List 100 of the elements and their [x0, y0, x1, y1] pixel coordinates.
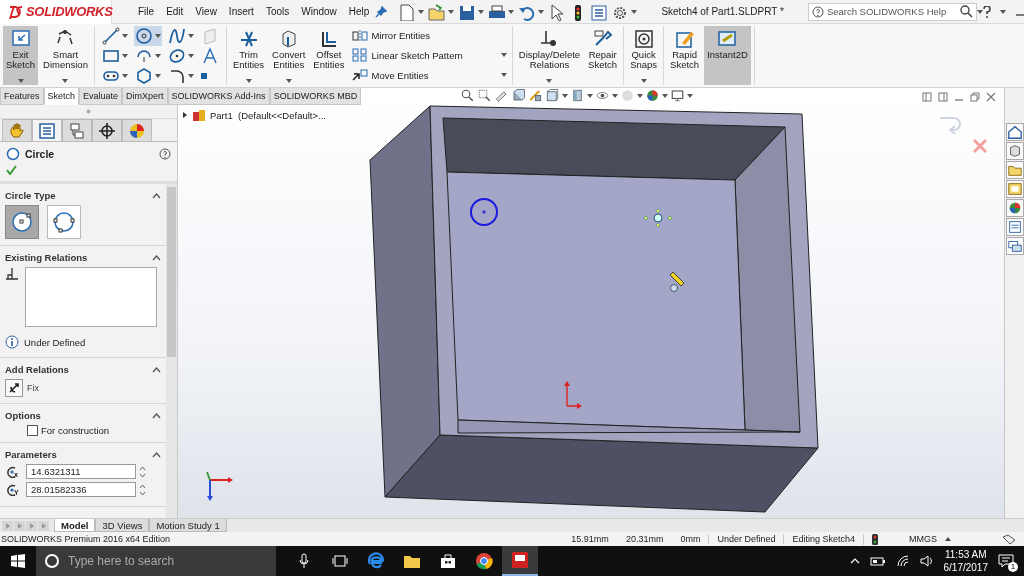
caret-icon[interactable] — [612, 93, 618, 98]
appearance-sphere-icon[interactable] — [645, 88, 660, 103]
caret-icon[interactable] — [500, 53, 507, 58]
caret-icon[interactable] — [538, 9, 545, 14]
appearances-tab[interactable] — [1005, 199, 1024, 217]
caret-icon[interactable] — [285, 79, 292, 83]
model-view-tab[interactable]: 3D Views — [95, 519, 150, 532]
ribbon-button[interactable]: Repair Sketch — [585, 26, 621, 85]
command-tab[interactable]: Features — [0, 88, 44, 105]
clock[interactable]: 11:53 AM 6/17/2017 — [943, 548, 988, 574]
menu-item[interactable]: Insert — [222, 4, 260, 19]
tile-left-icon[interactable] — [922, 92, 932, 102]
caret-icon[interactable] — [999, 9, 1006, 14]
tree-item[interactable]: Part1 (Default<<Default>... — [210, 109, 326, 121]
print-icon[interactable] — [487, 2, 506, 21]
command-tab[interactable]: SOLIDWORKS MBD — [269, 88, 362, 105]
caret-icon[interactable] — [637, 93, 643, 98]
ribbon-button[interactable]: Smart Dimension — [40, 26, 91, 85]
command-tab[interactable]: Sketch — [43, 88, 80, 105]
spin-arrows-icon[interactable] — [139, 482, 146, 497]
ribbon-button[interactable]: Rapid Sketch — [667, 26, 703, 85]
sketch-tool-button[interactable] — [133, 25, 162, 46]
battery-icon[interactable] — [869, 556, 886, 566]
ribbon-button[interactable]: Exit Sketch — [3, 26, 39, 85]
help-icon[interactable] — [159, 148, 171, 160]
menu-item[interactable]: File — [132, 4, 161, 19]
caret-icon[interactable] — [587, 93, 593, 98]
ribbon-button[interactable]: Trim Entities — [229, 26, 268, 85]
search-field[interactable]: Search SOLIDWORKS Help — [826, 6, 957, 17]
dynamic-annotation-icon[interactable] — [528, 88, 543, 103]
caret-icon[interactable] — [121, 33, 128, 38]
caret-icon[interactable] — [245, 79, 252, 83]
grip-handle-icon[interactable] — [86, 109, 91, 114]
caret-icon[interactable] — [154, 73, 161, 78]
expand-arrow-icon[interactable] — [182, 112, 188, 118]
chevron-up-icon[interactable] — [849, 558, 860, 564]
ribbon-list-item[interactable]: Linear Sketch Pattern — [351, 48, 507, 63]
taskbar-search-field[interactable]: Type here to search — [68, 554, 258, 568]
caret-icon[interactable] — [500, 73, 507, 78]
model-view-tab[interactable]: Motion Study 1 — [149, 519, 227, 532]
monitor-icon[interactable] — [670, 88, 685, 103]
spin-arrows-icon[interactable] — [139, 464, 146, 479]
caret-up-icon[interactable] — [945, 537, 951, 541]
menu-item[interactable]: Help — [342, 4, 376, 19]
caret-icon[interactable] — [154, 53, 161, 58]
fix-relation-button[interactable] — [5, 379, 23, 397]
zoom-fit-icon[interactable] — [460, 88, 475, 103]
menu-item[interactable]: View — [189, 4, 223, 19]
section-view-icon[interactable] — [511, 88, 526, 103]
view-orientation-icon[interactable] — [545, 88, 560, 103]
caret-icon[interactable] — [448, 9, 455, 14]
collapse-chevron-icon[interactable] — [152, 451, 161, 458]
volume-icon[interactable] — [919, 555, 934, 567]
caret-icon[interactable] — [62, 79, 69, 83]
caret-icon[interactable] — [562, 93, 568, 98]
caret-icon[interactable] — [418, 9, 425, 14]
caret-icon[interactable] — [640, 79, 647, 83]
scrollbar[interactable] — [166, 184, 177, 518]
caret-icon[interactable] — [508, 9, 515, 14]
center-circle-option[interactable] — [5, 205, 39, 239]
command-tab[interactable]: DimXpert — [122, 88, 168, 105]
caret-icon[interactable] — [546, 79, 553, 83]
view-palette-tab[interactable] — [1005, 180, 1024, 198]
display-style-icon[interactable] — [570, 88, 585, 103]
open-folder-icon[interactable] — [427, 2, 446, 21]
tile-right-icon[interactable] — [938, 92, 948, 102]
caret-icon[interactable] — [154, 33, 161, 38]
notification-icon[interactable] — [998, 553, 1014, 569]
menu-item[interactable]: Tools — [259, 4, 296, 19]
caret-icon[interactable] — [121, 53, 128, 58]
folder-tab[interactable] — [1005, 161, 1024, 179]
caret-icon[interactable] — [687, 93, 693, 98]
list-options-icon[interactable] — [589, 2, 608, 21]
model-view-tab[interactable]: Model — [54, 519, 96, 532]
search-box[interactable]: Search SOLIDWORKS Help — [807, 2, 977, 21]
ok-check-icon[interactable] — [6, 165, 17, 175]
ribbon-button[interactable]: Quick Snaps — [627, 26, 661, 85]
zoom-area-icon[interactable] — [477, 88, 492, 103]
caret-icon[interactable] — [631, 9, 638, 14]
close-icon[interactable] — [986, 92, 996, 102]
panel-tab[interactable] — [92, 119, 122, 141]
ribbon-button[interactable]: Instant2D — [704, 26, 751, 85]
caret-icon[interactable] — [478, 9, 485, 14]
help-question-icon[interactable] — [982, 5, 991, 18]
collapse-chevron-icon[interactable] — [152, 366, 161, 373]
caret-icon[interactable] — [121, 73, 128, 78]
caret-icon[interactable] — [662, 93, 668, 98]
units-selector[interactable]: MMGS — [886, 534, 945, 544]
caret-icon[interactable] — [187, 73, 194, 78]
ribbon-list-item[interactable]: Move Entities — [351, 68, 507, 83]
pin-icon[interactable] — [375, 5, 388, 18]
checkbox[interactable] — [27, 425, 38, 436]
coordinate-field[interactable]: 14.6321311 — [26, 464, 136, 479]
ribbon-button[interactable]: Offset Entities — [310, 26, 348, 85]
coordinate-field[interactable]: 28.01582336 — [26, 482, 136, 497]
wifi-icon[interactable] — [895, 555, 910, 567]
ribbon-button[interactable]: Convert Entities — [269, 26, 309, 85]
caret-icon[interactable] — [976, 9, 983, 14]
parts-library-tab[interactable] — [1005, 142, 1024, 160]
custom-properties-tab[interactable] — [1005, 218, 1024, 236]
